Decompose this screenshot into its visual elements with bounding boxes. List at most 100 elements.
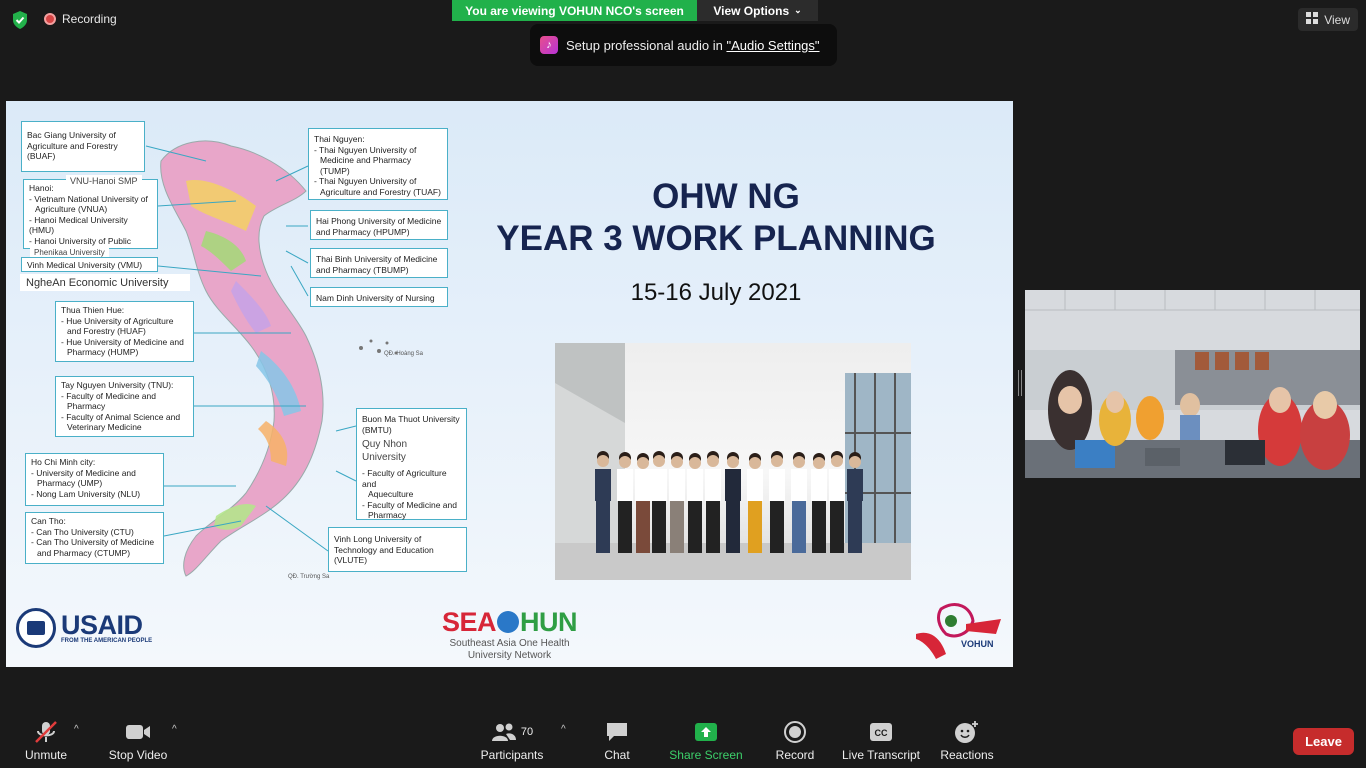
view-label: View <box>1324 12 1350 27</box>
person-head <box>619 456 631 468</box>
label-vinh-long: Vinh Long University of Technology and E… <box>328 527 467 572</box>
label-quy-nhon-line: Quy Nhon <box>362 439 408 450</box>
person-legs <box>688 501 702 553</box>
person-torso <box>811 469 827 501</box>
label-hai-phong: Hai Phong University of Medicine and Pha… <box>310 210 448 240</box>
label-buon-ma-thuot: Buon Ma Thuot University (BMTU) Quy Nhon… <box>356 408 467 520</box>
person-head <box>849 456 861 468</box>
label-line: Ho Chi Minh city: <box>31 457 96 467</box>
label-line: - Faculty of Medicine and <box>61 390 156 401</box>
svg-text:CC: CC <box>875 728 888 738</box>
person-legs <box>670 501 684 553</box>
seaohun-sea-text: SEA <box>442 607 497 637</box>
chat-label: Chat <box>604 748 630 762</box>
participant-video-tile[interactable] <box>1025 290 1360 478</box>
reactions-button[interactable]: Reactions <box>939 720 995 762</box>
view-options-label: View Options <box>713 3 790 18</box>
grid-icon <box>1306 12 1319 27</box>
label-line: Hai Phong University of Medicine <box>316 216 442 226</box>
reactions-label: Reactions <box>940 748 994 762</box>
person-legs <box>726 501 740 553</box>
group-photo-image <box>555 343 911 580</box>
person-head <box>637 457 649 469</box>
label-quy-nhon-line: University <box>362 452 406 463</box>
person-torso <box>769 469 785 501</box>
person-legs <box>748 501 762 553</box>
seaohun-sub2: University Network <box>467 650 552 661</box>
person-torso <box>617 469 633 501</box>
label-line: - Thai Nguyen University of <box>314 144 417 155</box>
label-line: Vinh Long University of <box>334 534 422 544</box>
label-line: Thai Binh University of Medicine <box>316 254 438 264</box>
live-transcript-label: Live Transcript <box>841 748 921 762</box>
person-legs <box>636 501 650 553</box>
label-can-tho: Can Tho: - Can Tho University (CTU) - Ca… <box>25 512 164 564</box>
label-nghean: NgheAn Economic University <box>20 274 190 291</box>
closed-caption-icon: CC <box>841 720 921 744</box>
video-options-caret[interactable]: ^ <box>172 724 177 735</box>
view-options-button[interactable]: View Options ⌄ <box>697 0 818 21</box>
share-screen-label: Share Screen <box>669 748 743 762</box>
label-line: - Faculty of Medicine and <box>362 499 457 510</box>
person-torso <box>791 469 807 501</box>
participants-button[interactable]: 70 Participants <box>478 720 546 762</box>
person-head <box>671 456 683 468</box>
label-thai-binh: Thai Binh University of Medicine and Pha… <box>310 248 448 278</box>
label-line: (BUAF) <box>27 151 56 161</box>
participants-options-caret[interactable]: ^ <box>561 724 566 735</box>
person-legs <box>812 501 826 553</box>
gallery-resize-handle[interactable] <box>1018 370 1022 396</box>
person-legs <box>830 501 844 553</box>
shared-screen-slide: QĐ. Hoàng Sa QĐ. Trường Sa Bac Giang Uni… <box>6 101 1013 667</box>
toast-text: Setup professional audio in "Audio Setti… <box>566 38 820 53</box>
person-torso <box>687 469 703 501</box>
view-button[interactable]: View <box>1298 8 1358 31</box>
stop-video-button[interactable]: Stop Video <box>106 720 170 762</box>
participants-label: Participants <box>480 748 544 762</box>
person-head <box>793 456 805 468</box>
chat-button[interactable]: Chat <box>597 720 637 762</box>
unmute-button[interactable]: Unmute <box>22 720 70 762</box>
person-torso <box>747 469 763 501</box>
share-screen-button[interactable]: Share Screen <box>668 720 744 762</box>
recording-indicator[interactable]: Recording <box>44 12 117 26</box>
audio-options-caret[interactable]: ^ <box>74 724 79 735</box>
label-line: Medicine and Pharmacy (TUMP) <box>320 155 412 176</box>
label-line: Agriculture (VNUA) <box>35 204 108 214</box>
live-transcript-button[interactable]: CC Live Transcript <box>841 720 921 762</box>
video-camera-icon <box>106 720 170 744</box>
label-vinh: Vinh Medical University (VMU) <box>21 257 158 272</box>
security-shield-icon[interactable] <box>10 10 30 30</box>
person-torso <box>847 469 863 501</box>
toast-prefix: Setup professional audio in <box>566 37 727 53</box>
person-legs <box>770 501 784 553</box>
label-line: and Pharmacy (CTUMP) <box>37 547 131 558</box>
person-legs <box>596 501 610 553</box>
person-head <box>771 455 783 467</box>
label-line: (BMTU) <box>362 424 392 435</box>
label-tay-nguyen: Tay Nguyen University (TNU): - Faculty o… <box>55 376 194 437</box>
leave-button[interactable]: Leave <box>1293 728 1354 755</box>
audio-settings-link[interactable]: "Audio Settings" <box>726 38 819 53</box>
label-line: - Can Tho University of Medicine <box>31 537 155 547</box>
record-button[interactable]: Record <box>773 720 817 762</box>
slide-title-line2: YEAR 3 WORK PLANNING <box>496 219 936 258</box>
label-line: Bac Giang University of <box>27 130 116 140</box>
label-bac-giang: Bac Giang University of Agriculture and … <box>21 121 145 172</box>
label-line: - Hue University of Medicine and <box>61 336 184 347</box>
person-torso <box>725 469 741 501</box>
label-line: (VLUTE) <box>334 555 368 565</box>
label-line: Pharmacy (UMP) <box>37 478 103 488</box>
label-line: - Hanoi Medical University (HMU) <box>29 214 128 236</box>
person-torso <box>595 469 611 501</box>
label-line: and Forestry (HUAF) <box>67 326 146 336</box>
label-line: - Thai Nguyen University of <box>314 176 417 186</box>
person-legs <box>848 501 862 553</box>
label-line: Thai Nguyen: <box>314 134 365 144</box>
person-torso <box>705 469 721 501</box>
seaohun-sub1: Southeast Asia One Health <box>449 638 570 649</box>
globe-icon <box>497 611 520 633</box>
recording-label: Recording <box>62 12 117 26</box>
person-head <box>653 455 665 467</box>
usaid-wordmark: USAID <box>61 610 143 640</box>
